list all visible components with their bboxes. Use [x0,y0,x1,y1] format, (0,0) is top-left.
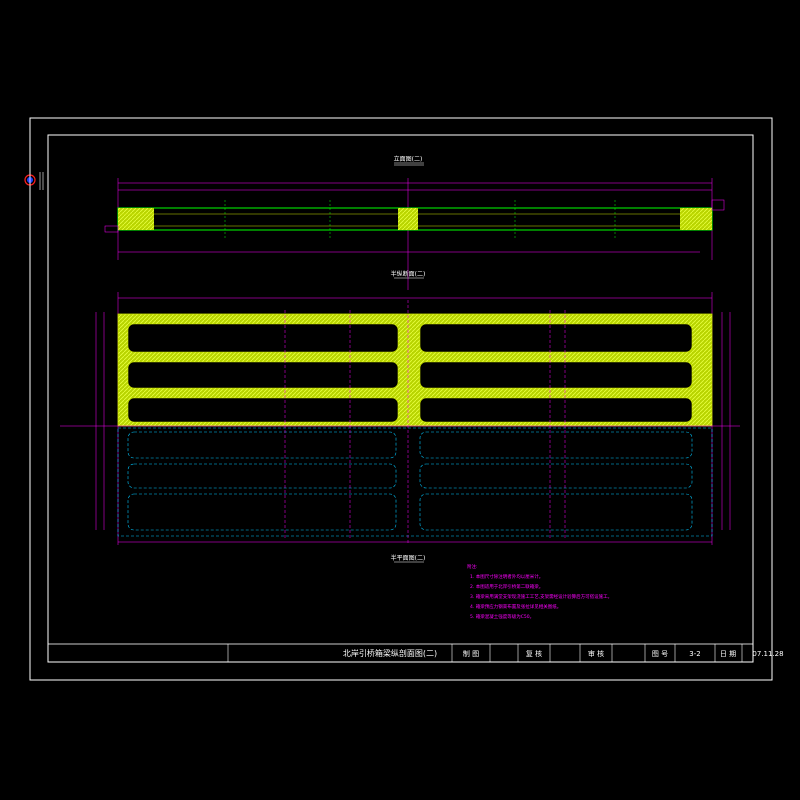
date-label: 日 期 [720,650,736,658]
drawing-number-label: 图 号 [652,650,668,658]
note-item: 1. 本图尺寸除注明者外均以厘米计。 [470,573,543,580]
notes-block: 附注: 1. 本图尺寸除注明者外均以厘米计。 2. 本图适用于北岸引桥第二联箱梁… [467,563,612,620]
drawing-number-value: 3-2 [689,650,700,658]
date-value: 07.11.28 [752,650,783,658]
elevation-view-title: 立面图(二) [394,155,423,163]
note-item: 5. 箱梁混凝土强度等级为C50。 [470,613,534,620]
title-block: 北岸引桥箱梁纵剖面图(二) 制 图 复 核 审 核 图 号 3-2 日 期 07… [47,643,784,663]
approve-label: 审 核 [588,649,604,658]
compass-icon [24,170,44,190]
note-item: 4. 箱梁预应力钢束布置及张拉详见相关图纸。 [470,603,561,610]
plan-view-title: 半平面图(二) [391,554,426,562]
review-label: 复 核 [526,649,542,658]
notes-heading: 附注: [467,563,478,570]
note-item: 3. 箱梁采用满堂支架现浇施工工艺,支架需经设计验算后方可搭设施工。 [470,593,612,600]
cad-drawing-sheet: 立面图(二) 半纵断面(二) 半平面图(二) 附注: 1. 本图尺寸除注明者外均… [24,117,784,681]
drawing-title: 北岸引桥箱梁纵剖面图(二) [343,648,437,658]
longitudinal-section-view: 半纵断面(二) [60,270,740,545]
section-view-title: 半纵断面(二) [391,270,426,278]
elevation-view: 立面图(二) [104,155,725,290]
note-item: 2. 本图适用于北岸引桥第二联箱梁。 [470,583,543,590]
drawn-by-label: 制 图 [463,649,479,658]
